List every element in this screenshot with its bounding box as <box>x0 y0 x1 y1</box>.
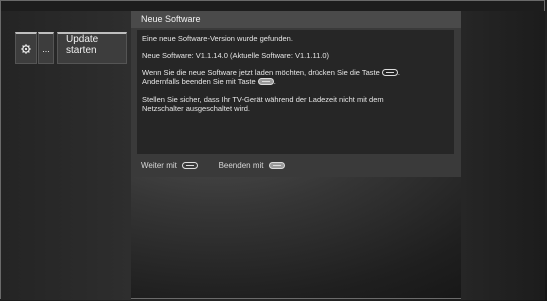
more-label: ... <box>42 43 50 54</box>
version-info: Neue Software: V1.1.14.0 (Aktuelle Softw… <box>142 51 330 60</box>
exit-key-icon[interactable] <box>268 162 285 169</box>
play-key-icon <box>381 69 398 76</box>
dialog-footer: Weiter mit Beenden mit <box>141 160 288 172</box>
right-panel <box>461 11 545 300</box>
warning-line2: Netzschalter ausgeschaltet wird. <box>142 104 250 113</box>
update-label-line2: starten <box>66 45 97 56</box>
dialog-message: Eine neue Software-Version wurde gefunde… <box>137 30 454 154</box>
warning-line1: Stellen Sie sicher, dass Ihr TV-Gerät wä… <box>142 95 384 104</box>
found-message: Eine neue Software-Version wurde gefunde… <box>142 34 293 43</box>
update-start-button[interactable]: Update starten <box>57 32 127 64</box>
instructions-line2: Andernfalls beenden Sie mit Taste <box>142 77 256 86</box>
exit-label: Beenden mit <box>218 161 264 170</box>
gear-icon <box>21 43 31 54</box>
top-bar <box>1 1 544 11</box>
more-button[interactable]: ... <box>38 32 54 64</box>
instructions-line1: Wenn Sie die neue Software jetzt laden m… <box>142 68 380 77</box>
settings-button[interactable] <box>15 32 37 64</box>
software-update-dialog: Neue Software Eine neue Software-Version… <box>131 11 461 177</box>
update-label-line1: Update <box>66 34 99 45</box>
exit-key-icon <box>257 78 274 85</box>
instructions: Wenn Sie die neue Software jetzt laden m… <box>142 68 400 86</box>
warning-message: Stellen Sie sicher, dass Ihr TV-Gerät wä… <box>142 95 449 113</box>
dialog-title: Neue Software <box>131 11 461 28</box>
continue-label: Weiter mit <box>141 161 177 170</box>
continue-key-icon[interactable] <box>182 162 199 169</box>
tv-screen: ... Update starten Neue Software Eine ne… <box>0 0 545 300</box>
